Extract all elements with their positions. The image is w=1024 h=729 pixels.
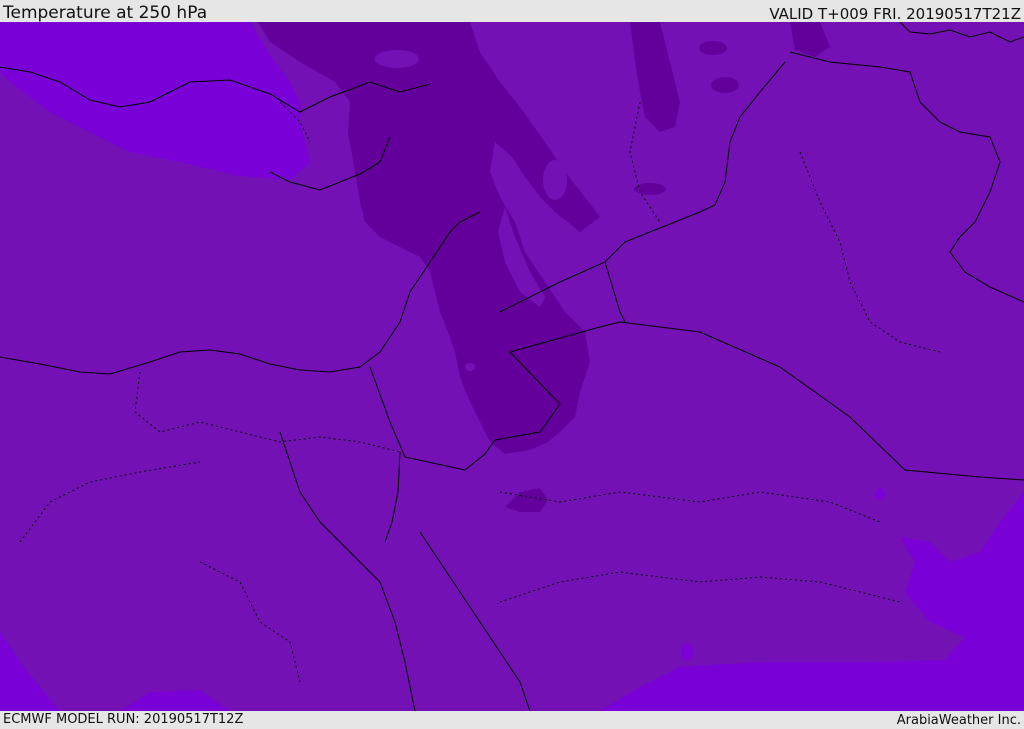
cold-spot bbox=[711, 77, 739, 93]
cold-spot bbox=[699, 41, 727, 55]
map-title: Temperature at 250 hPa bbox=[3, 3, 208, 23]
warm-pocket bbox=[465, 363, 475, 371]
warm-spot bbox=[875, 488, 885, 500]
cold-spot bbox=[634, 183, 666, 195]
weather-map[interactable] bbox=[0, 22, 1024, 711]
warm-spot bbox=[681, 643, 693, 661]
model-run-label: ECMWF MODEL RUN: 20190517T12Z bbox=[3, 712, 244, 727]
header-bar: Temperature at 250 hPa VALID T+009 FRI. … bbox=[0, 0, 1024, 23]
footer-bar: ECMWF MODEL RUN: 20190517T12Z ArabiaWeat… bbox=[0, 711, 1024, 729]
warm-pocket bbox=[375, 50, 419, 68]
credit-label: ArabiaWeather Inc. bbox=[896, 713, 1021, 728]
valid-time: VALID T+009 FRI. 20190517T21Z bbox=[769, 5, 1021, 23]
warm-pocket bbox=[543, 160, 567, 200]
